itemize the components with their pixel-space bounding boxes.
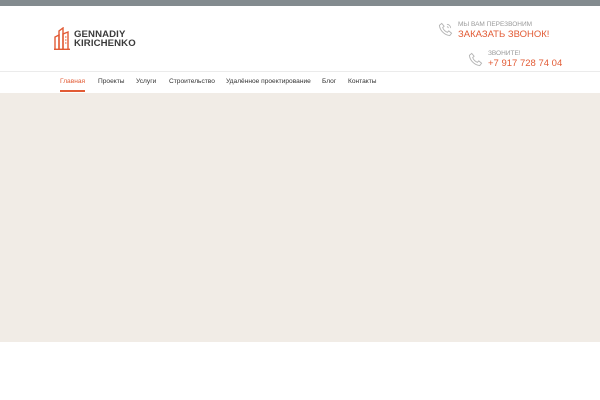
- nav-item-contacts[interactable]: Контакты: [348, 78, 376, 85]
- phone-caption: ЗВОНИТЕ!: [488, 50, 521, 57]
- nav-item-home[interactable]: Главная: [60, 78, 85, 85]
- main-navigation: Главная Проекты Услуги Строительство Уда…: [0, 71, 600, 94]
- callback-caption: МЫ ВАМ ПЕРЕЗВОНИМ: [458, 21, 533, 28]
- phone-icon: [468, 52, 483, 67]
- logo-line-2: KIRICHENKO: [74, 38, 136, 49]
- phone-callback-icon: [438, 22, 453, 37]
- content-area: [0, 342, 600, 400]
- site-header: GENNADIY KIRICHENKO МЫ ВАМ ПЕРЕЗВОНИМ ЗА…: [0, 6, 600, 71]
- nav-item-remote-design[interactable]: Удалённое проектирование: [226, 78, 311, 85]
- hero-banner: [0, 93, 600, 342]
- nav-item-construction[interactable]: Строительство: [169, 78, 215, 85]
- nav-item-services[interactable]: Услуги: [136, 78, 156, 85]
- phone-number[interactable]: +7 917 728 74 04: [488, 58, 562, 69]
- nav-item-projects[interactable]: Проекты: [98, 78, 124, 85]
- active-nav-indicator: [60, 90, 85, 92]
- building-logo-icon: [54, 27, 70, 50]
- callback-link[interactable]: ЗАКАЗАТЬ ЗВОНОК!: [458, 29, 549, 40]
- logo-text: GENNADIY KIRICHENKO: [74, 30, 136, 49]
- nav-item-blog[interactable]: Блог: [322, 78, 336, 85]
- site-logo[interactable]: GENNADIY KIRICHENKO: [53, 27, 136, 51]
